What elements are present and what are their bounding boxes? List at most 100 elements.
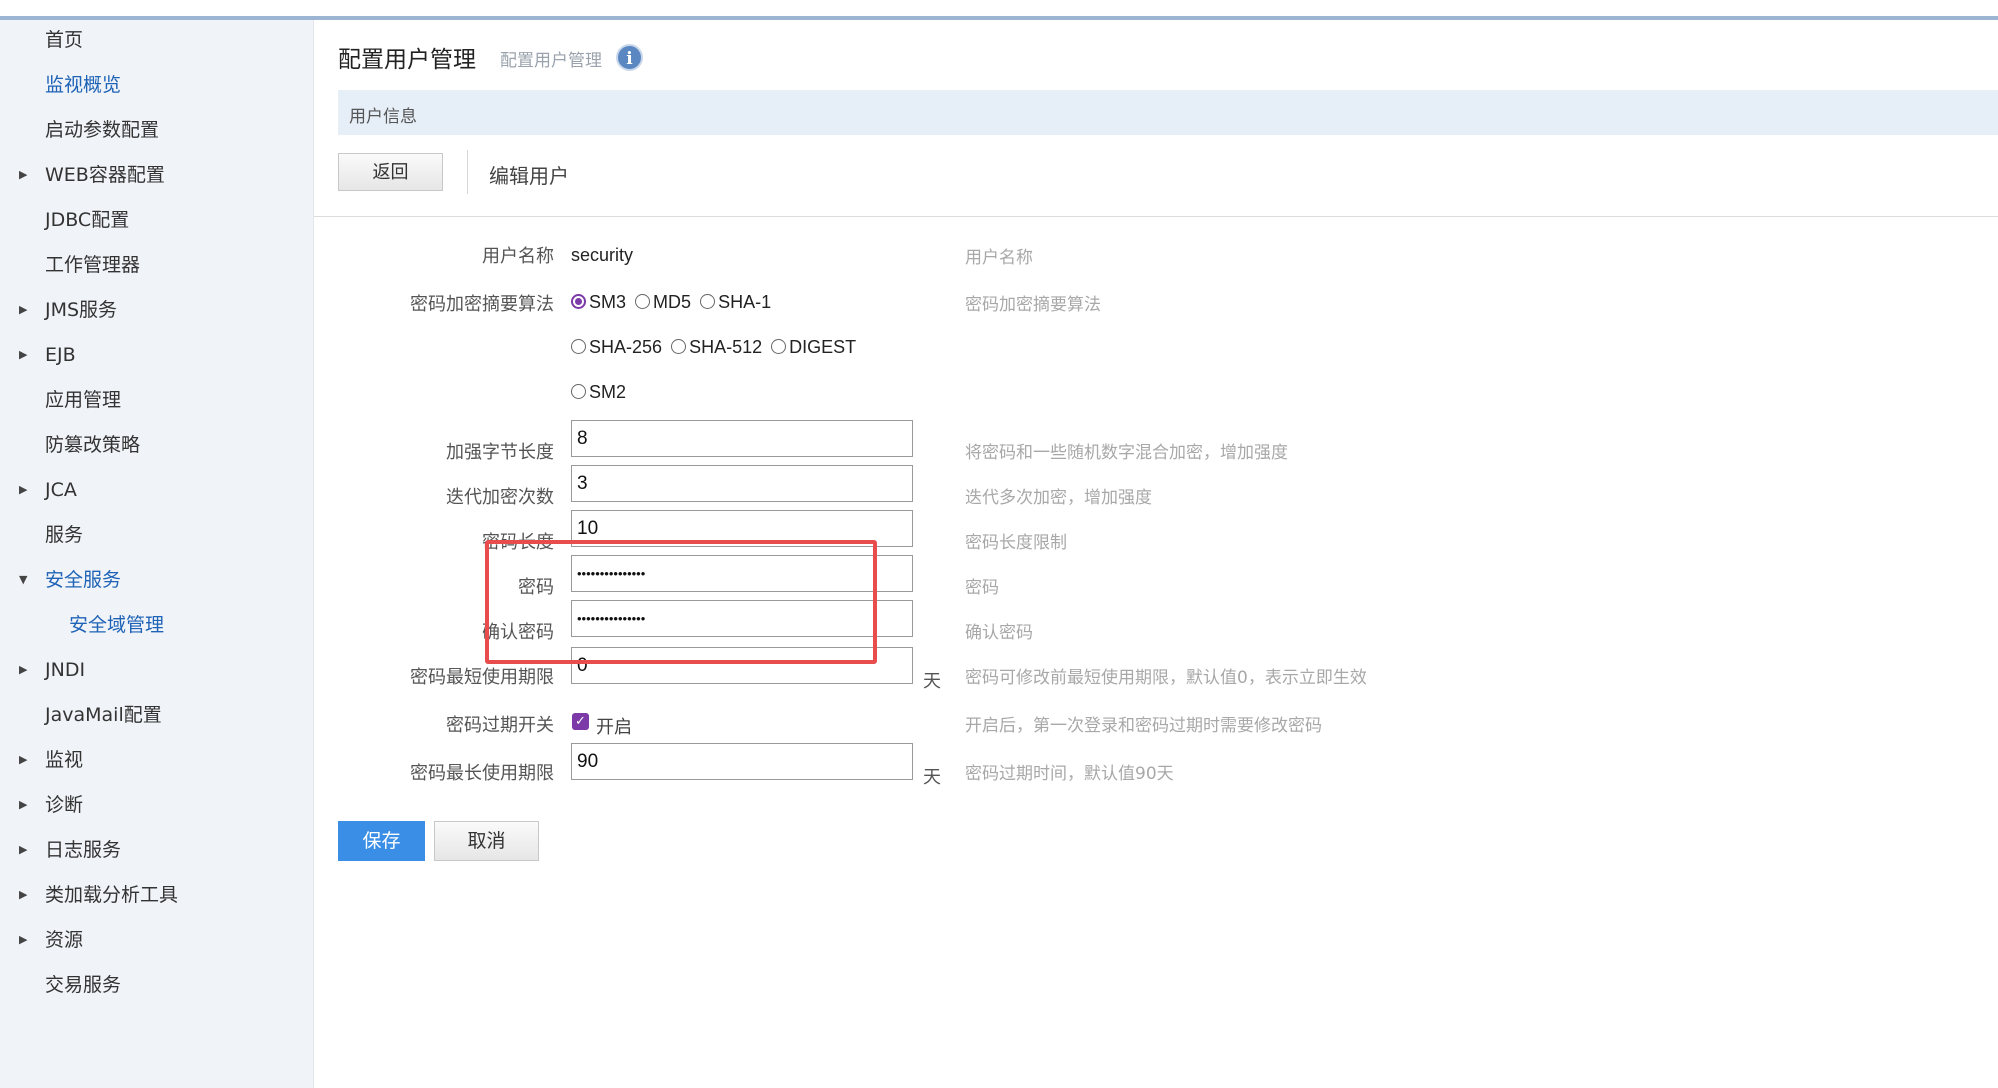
sidebar-item-classloader-tool[interactable]: ▶ 类加载分析工具 (0, 875, 314, 915)
iterations-input[interactable]: 3 (571, 465, 913, 502)
sidebar-item-jndi[interactable]: ▶ JNDI (0, 650, 314, 690)
sidebar-item-ejb[interactable]: ▶ EJB (0, 335, 314, 375)
sidebar-item-startup-params[interactable]: 启动参数配置 (0, 110, 314, 150)
sidebar-item-label: JMS服务 (45, 299, 118, 321)
divider (314, 216, 1998, 217)
password-input[interactable]: ••••••••••••••• (571, 555, 913, 592)
sidebar-item-resources[interactable]: ▶ 资源 (0, 920, 314, 960)
radio-option-sm2[interactable]: SM2 (571, 382, 626, 402)
algorithm-radio-row: SM3 MD5 SHA-1 (571, 292, 775, 313)
caret-right-icon: ▶ (19, 798, 28, 811)
page-subtitle: 配置用户管理 (500, 51, 602, 71)
sidebar-item-label: 日志服务 (45, 839, 122, 861)
radio-button[interactable] (771, 339, 787, 354)
back-button[interactable]: 返回 (338, 153, 443, 191)
sidebar-item-app-management[interactable]: 应用管理 (0, 380, 314, 420)
confirm-password-label: 确认密码 (482, 622, 554, 643)
cancel-button[interactable]: 取消 (434, 821, 539, 861)
sidebar-item-label: 监视 (45, 749, 84, 771)
caret-right-icon: ▶ (19, 753, 28, 766)
salt-length-input[interactable]: 8 (571, 420, 913, 457)
radio-option-sha1[interactable]: SHA-1 (700, 292, 771, 312)
confirm-password-input[interactable]: ••••••••••••••• (571, 600, 913, 637)
sidebar-item-security-service[interactable]: ▼ 安全服务 (0, 560, 314, 600)
sidebar-item-log-service[interactable]: ▶ 日志服务 (0, 830, 314, 870)
sidebar-item-label: WEB容器配置 (45, 164, 165, 186)
expire-switch-text: 开启 (596, 717, 632, 738)
sidebar-item-web-container[interactable]: ▶ WEB容器配置 (0, 155, 314, 195)
radio-label: SHA-256 (589, 337, 663, 357)
username-label: 用户名称 (482, 246, 554, 267)
section-title: 用户信息 (349, 107, 417, 127)
sidebar-item-jdbc[interactable]: JDBC配置 (0, 200, 314, 240)
sidebar-item-label: JNDI (45, 659, 86, 681)
caret-right-icon: ▶ (19, 168, 28, 181)
radio-button[interactable] (635, 294, 651, 309)
caret-right-icon: ▶ (19, 663, 28, 676)
radio-label: SHA-512 (689, 337, 763, 357)
divider (467, 150, 468, 194)
sidebar-item-monitor[interactable]: ▶ 监视 (0, 740, 314, 780)
salt-length-label: 加强字节长度 (446, 442, 554, 463)
min-age-input[interactable]: 0 (571, 647, 913, 684)
sidebar-item-label: EJB (45, 344, 76, 366)
sidebar-item-label: 安全域管理 (69, 614, 165, 636)
salt-length-hint: 将密码和一些随机数字混合加密，增加强度 (965, 443, 1288, 463)
caret-right-icon: ▶ (19, 933, 28, 946)
radio-button[interactable] (671, 339, 687, 354)
top-bar (0, 0, 1998, 20)
radio-option-sha256[interactable]: SHA-256 (571, 337, 662, 357)
sidebar-item-label: 服务 (45, 524, 84, 546)
max-age-input[interactable]: 90 (571, 743, 913, 780)
save-button[interactable]: 保存 (338, 821, 425, 861)
radio-label: DIGEST (789, 337, 857, 357)
sidebar-item-services[interactable]: 服务 (0, 515, 314, 555)
sidebar-item-label: 工作管理器 (45, 254, 141, 276)
caret-right-icon: ▶ (19, 348, 28, 361)
sidebar-item-jca[interactable]: ▶ JCA (0, 470, 314, 510)
sidebar-item-label: 监视概览 (45, 74, 122, 96)
radio-button[interactable] (571, 384, 586, 399)
confirm-password-hint: 确认密码 (965, 623, 1033, 643)
sidebar-item-home[interactable]: 首页 (0, 20, 314, 60)
sidebar-item-label: 诊断 (45, 794, 84, 816)
sidebar-item-javamail[interactable]: JavaMail配置 (0, 695, 314, 735)
sidebar-item-label: JCA (45, 479, 77, 501)
max-age-label: 密码最长使用期限 (410, 763, 554, 784)
sidebar-item-jms[interactable]: ▶ JMS服务 (0, 290, 314, 330)
sidebar-item-tamper-policy[interactable]: 防篡改策略 (0, 425, 314, 465)
sidebar-item-work-manager[interactable]: 工作管理器 (0, 245, 314, 285)
sidebar-item-security-domain[interactable]: 安全域管理 (0, 605, 314, 645)
min-age-label: 密码最短使用期限 (410, 667, 554, 688)
min-age-unit: 天 (923, 671, 941, 692)
password-hint: 密码 (965, 578, 999, 598)
radio-button[interactable] (700, 294, 716, 309)
caret-right-icon: ▶ (19, 483, 28, 496)
password-length-input[interactable]: 10 (571, 510, 913, 547)
radio-option-md5[interactable]: MD5 (635, 292, 691, 312)
radio-option-sha512[interactable]: SHA-512 (671, 337, 762, 357)
password-length-label: 密码长度 (482, 532, 554, 553)
sidebar-item-monitor-overview[interactable]: 监视概览 (0, 65, 314, 105)
radio-option-digest[interactable]: DIGEST (771, 337, 856, 357)
info-icon[interactable]: i (616, 44, 643, 71)
password-length-hint: 密码长度限制 (965, 533, 1067, 553)
sidebar-item-label: JavaMail配置 (45, 704, 162, 726)
sidebar-item-transaction[interactable]: 交易服务 (0, 965, 314, 1005)
radio-button[interactable] (571, 294, 586, 309)
algorithm-radio-row: SM2 (571, 382, 630, 403)
sidebar-item-label: 首页 (45, 29, 84, 51)
algorithm-radio-row: SHA-256 SHA-512 DIGEST (571, 337, 860, 358)
sidebar-item-diagnosis[interactable]: ▶ 诊断 (0, 785, 314, 825)
sidebar-item-label: 交易服务 (45, 974, 122, 996)
sidebar-item-label: JDBC配置 (45, 209, 130, 231)
radio-label: SM3 (589, 292, 627, 312)
expire-switch-checkbox[interactable]: ✓ (572, 713, 589, 730)
radio-button[interactable] (571, 339, 586, 354)
sidebar-item-label: 资源 (45, 929, 84, 951)
radio-label: MD5 (653, 292, 692, 312)
caret-right-icon: ▶ (19, 303, 28, 316)
radio-option-sm3[interactable]: SM3 (571, 292, 626, 312)
sidebar-item-label: 防篡改策略 (45, 434, 141, 456)
expire-switch-label: 密码过期开关 (446, 715, 554, 736)
